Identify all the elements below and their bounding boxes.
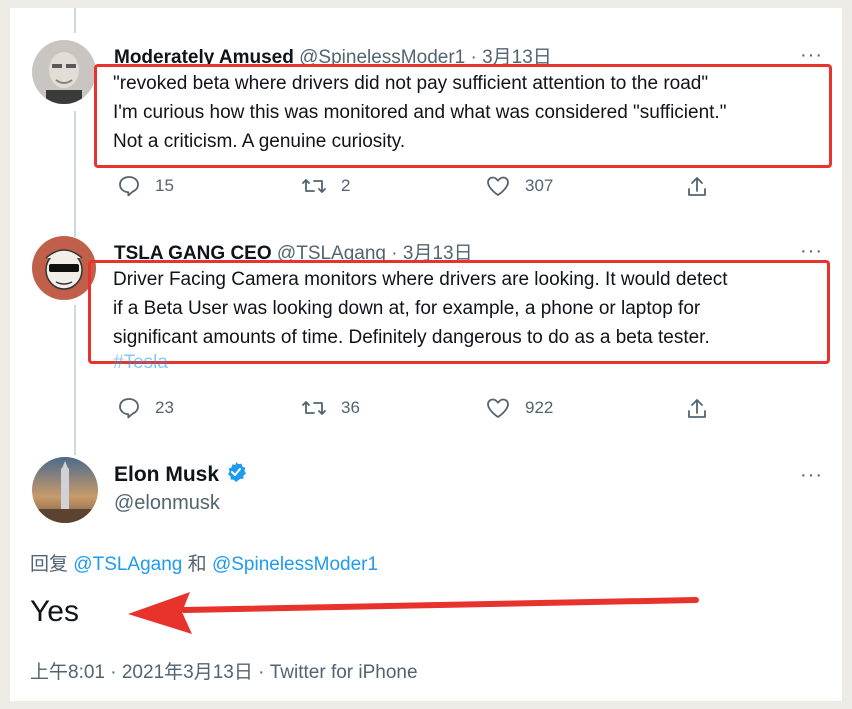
retweet-button[interactable]: 36 [301, 396, 360, 420]
share-icon [685, 396, 709, 422]
main-tweet-text: Yes [30, 595, 79, 628]
reply-icon [117, 396, 141, 420]
tweet-text-line: significant amounts of time. Definitely … [113, 327, 710, 348]
thread-connector-top [74, 8, 76, 33]
retweet-icon [301, 174, 327, 198]
verified-badge-icon [225, 461, 247, 489]
share-button[interactable] [685, 396, 709, 422]
avatar-elon-musk[interactable] [32, 457, 98, 523]
main-author-handle[interactable]: @elonmusk [114, 492, 220, 515]
reply-conjunction: 和 [187, 554, 207, 575]
like-count: 922 [525, 398, 554, 417]
tweet-text-line: I'm curious how this was monitored and w… [113, 102, 727, 123]
like-icon [485, 174, 511, 198]
tweet-text: "revoked beta where drivers did not pay … [113, 69, 833, 156]
more-icon[interactable]: ··· [800, 465, 823, 485]
reply-prefix: 回复 [30, 554, 69, 575]
thread-connector-2 [74, 305, 76, 455]
tweet-text-line: Driver Facing Camera monitors where driv… [113, 269, 728, 290]
reply-button[interactable]: 23 [117, 396, 174, 420]
mention-spinelessmoder1[interactable]: @SpinelessModer1 [212, 554, 378, 575]
tweet-text-line: Not a criticism. A genuine curiosity. [113, 131, 406, 152]
thread-connector-1 [74, 111, 76, 237]
author-name[interactable]: Elon Musk [114, 463, 219, 487]
tweet-text-line: if a Beta User was looking down at, for … [113, 298, 701, 319]
retweet-button[interactable]: 2 [301, 174, 350, 198]
replying-to: 回复 @TSLAgang 和 @SpinelessModer1 [30, 549, 378, 576]
mention-tslagang[interactable]: @TSLAgang [73, 554, 182, 575]
like-button[interactable]: 922 [485, 396, 553, 420]
tweet-text: Driver Facing Camera monitors where driv… [113, 265, 828, 352]
reply-count: 23 [155, 398, 174, 417]
reply-icon [117, 174, 141, 198]
hashtag-link[interactable]: #Tesla [113, 352, 168, 374]
reply-count: 15 [155, 176, 174, 195]
tweet-text-line: "revoked beta where drivers did not pay … [113, 73, 709, 94]
like-button[interactable]: 307 [485, 174, 553, 198]
share-button[interactable] [685, 174, 709, 200]
like-icon [485, 396, 511, 420]
red-arrow-annotation [128, 592, 699, 634]
more-icon[interactable]: ··· [800, 241, 823, 261]
main-author-name[interactable]: Elon Musk [114, 461, 247, 489]
like-count: 307 [525, 176, 554, 195]
reply-button[interactable]: 15 [117, 174, 174, 198]
avatar-moderately-amused[interactable] [32, 40, 96, 104]
more-icon[interactable]: ··· [800, 45, 823, 65]
retweet-icon [301, 396, 327, 420]
retweet-count: 36 [341, 398, 360, 417]
share-icon [685, 174, 709, 200]
avatar-tsla-gang[interactable] [32, 236, 96, 300]
retweet-count: 2 [341, 176, 351, 195]
tweet-thread-card: Moderately Amused @SpinelessModer1 · 3月1… [10, 8, 842, 701]
tweet-timestamp-source[interactable]: 上午8:01 · 2021年3月13日 · Twitter for iPhone [30, 657, 418, 684]
